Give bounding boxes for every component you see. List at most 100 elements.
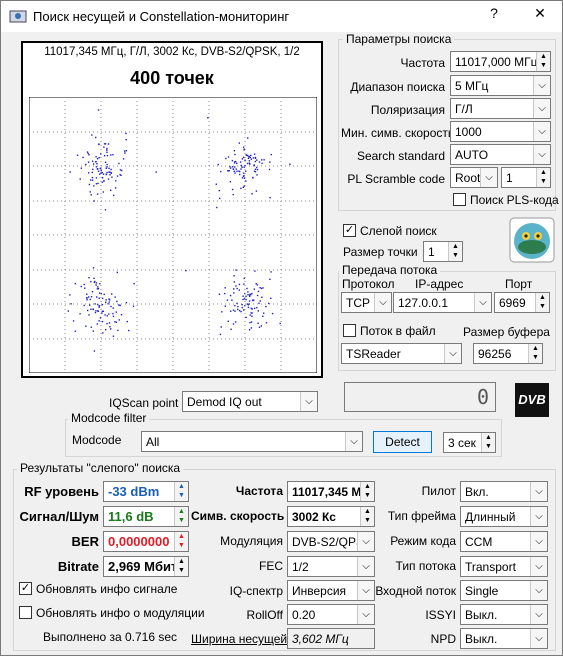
constellation-point bbox=[106, 149, 108, 151]
constellation-point bbox=[106, 147, 108, 150]
constellation-point bbox=[247, 294, 249, 296]
constellation-point bbox=[84, 287, 86, 289]
chevron-down-icon: ⌵ bbox=[530, 557, 547, 576]
constellation-point bbox=[239, 161, 242, 163]
fec-select[interactable]: 1/2 ⌵ bbox=[287, 556, 375, 577]
pls-mode-select[interactable]: Root ⌵ bbox=[450, 167, 498, 188]
update-signal-checkbox[interactable]: ✓ bbox=[19, 582, 32, 595]
port-input[interactable]: 6969 ▲ ▼ bbox=[494, 292, 550, 313]
constellation-point bbox=[96, 158, 99, 160]
constellation-point bbox=[241, 306, 243, 309]
constellation-point bbox=[216, 206, 218, 209]
port-spinner[interactable]: ▲ ▼ bbox=[535, 293, 549, 312]
constellation-point bbox=[86, 151, 89, 153]
timeout-input[interactable]: 3 сек ▲ ▼ bbox=[443, 432, 496, 453]
constellation-point bbox=[114, 296, 116, 298]
constellation-point bbox=[238, 283, 241, 286]
constellation-point bbox=[91, 291, 94, 293]
constellation-point bbox=[98, 320, 100, 322]
constellation-point bbox=[265, 305, 267, 308]
constellation-point bbox=[101, 171, 103, 174]
constellation-point bbox=[89, 304, 91, 306]
pilot-select[interactable]: Вкл. ⌵ bbox=[460, 481, 548, 502]
issyi-select[interactable]: Выкл. ⌵ bbox=[460, 604, 548, 625]
npd-select[interactable]: Выкл. ⌵ bbox=[460, 628, 548, 649]
chevron-down-icon: ⌵ bbox=[533, 99, 550, 118]
point-size-spinner[interactable]: ▲ ▼ bbox=[448, 242, 462, 261]
constellation-point bbox=[88, 183, 91, 186]
constellation-point bbox=[101, 310, 103, 312]
code-mode-select[interactable]: CCM ⌵ bbox=[460, 531, 548, 552]
pls-code-input[interactable]: 1 ▲ ▼ bbox=[501, 167, 551, 188]
reader-select[interactable]: TSReader ⌵ bbox=[341, 343, 462, 364]
standard-select[interactable]: AUTO ⌵ bbox=[450, 144, 551, 165]
constellation-point bbox=[116, 175, 119, 177]
frequency-input[interactable]: 11017,000 МГц ▲ ▼ bbox=[450, 51, 551, 72]
constellation-point bbox=[246, 162, 249, 165]
iqscan-select[interactable]: Demod IQ out ⌵ bbox=[182, 391, 318, 412]
stream-type-select[interactable]: Transport ⌵ bbox=[460, 556, 548, 577]
bandwidth-label[interactable]: Ширина несущей bbox=[191, 632, 287, 646]
ip-select[interactable]: 127.0.0.1 ⌵ bbox=[393, 292, 492, 313]
constellation-point bbox=[228, 170, 230, 172]
constellation-point bbox=[234, 304, 236, 307]
constellation-point bbox=[254, 157, 257, 159]
fec-label: FEC bbox=[259, 559, 283, 573]
blind-search-checkbox[interactable]: ✓ bbox=[343, 224, 356, 237]
result-frequency-value: 11017,345 МГц ▲ ▼ bbox=[287, 481, 375, 502]
range-select[interactable]: 5 МГц ⌵ bbox=[450, 75, 551, 96]
constellation-point bbox=[97, 310, 99, 312]
constellation-point bbox=[234, 172, 236, 174]
frequency-spinner[interactable]: ▲ ▼ bbox=[536, 52, 550, 71]
update-modulation-checkbox[interactable] bbox=[19, 606, 32, 619]
modulation-select[interactable]: DVB-S2/QPSK ⌵ bbox=[287, 531, 375, 552]
rolloff-select[interactable]: 0.20 ⌵ bbox=[287, 604, 375, 625]
constellation-point bbox=[105, 329, 107, 331]
constellation-point bbox=[90, 194, 92, 196]
help-button[interactable]: ? bbox=[479, 5, 509, 21]
input-stream-label: Входной поток bbox=[375, 584, 456, 598]
constellation-header: 11017,345 МГц, Г/Л, 3002 Кс, DVB-S2/QPSK… bbox=[44, 46, 300, 58]
constellation-point bbox=[232, 193, 234, 196]
buffer-size-input[interactable]: 96256 ▲ ▼ bbox=[473, 343, 543, 364]
constellation-point bbox=[94, 311, 97, 314]
timeout-spinner[interactable]: ▲ ▼ bbox=[481, 433, 495, 452]
constellation-point bbox=[80, 167, 82, 169]
detect-button[interactable]: Detect bbox=[373, 431, 432, 453]
constellation-point bbox=[114, 187, 117, 189]
polarization-select[interactable]: Г/Л ⌵ bbox=[450, 98, 551, 119]
constellation-point bbox=[98, 143, 100, 145]
constellation-point bbox=[242, 298, 244, 301]
constellation-point bbox=[249, 314, 251, 316]
constellation-point bbox=[218, 189, 220, 192]
constellation-point bbox=[261, 162, 263, 165]
point-size-input[interactable]: 1 ▲ ▼ bbox=[423, 241, 463, 262]
points-count: 400 точек bbox=[130, 68, 214, 88]
iq-spectrum-select[interactable]: Инверсия ⌵ bbox=[287, 580, 375, 601]
frame-type-label: Тип фрейма bbox=[387, 509, 456, 523]
frame-type-select[interactable]: Длинный ⌵ bbox=[460, 506, 548, 527]
update-signal-label: Обновлять инфо сигнале bbox=[36, 582, 178, 596]
buffer-spinner[interactable]: ▲ ▼ bbox=[528, 344, 542, 363]
constellation-point bbox=[90, 296, 93, 298]
chevron-down-icon: ⌵ bbox=[345, 432, 362, 451]
constellation-point bbox=[245, 170, 247, 172]
constellation-point bbox=[94, 303, 96, 305]
constellation-point bbox=[251, 292, 253, 295]
chevron-down-icon: ⌵ bbox=[357, 605, 374, 624]
modcode-select[interactable]: All ⌵ bbox=[141, 431, 363, 452]
chevron-down-icon: ⌵ bbox=[474, 293, 491, 312]
input-stream-select[interactable]: Single ⌵ bbox=[460, 580, 548, 601]
constellation-point bbox=[241, 158, 244, 160]
pls-search-checkbox[interactable] bbox=[453, 193, 466, 206]
pls-spinner[interactable]: ▲ ▼ bbox=[536, 168, 550, 187]
constellation-point bbox=[79, 178, 81, 180]
constellation-point bbox=[126, 320, 128, 323]
close-button[interactable]: ✕ bbox=[525, 5, 555, 22]
constellation-point bbox=[256, 168, 259, 171]
min-sr-select[interactable]: 1000 ⌵ bbox=[450, 121, 551, 142]
pls-search-label: Поиск PLS-кода bbox=[470, 193, 559, 207]
protocol-select[interactable]: TCP ⌵ bbox=[341, 292, 392, 313]
stream-to-file-checkbox[interactable] bbox=[343, 324, 356, 337]
constellation-point bbox=[93, 277, 95, 279]
